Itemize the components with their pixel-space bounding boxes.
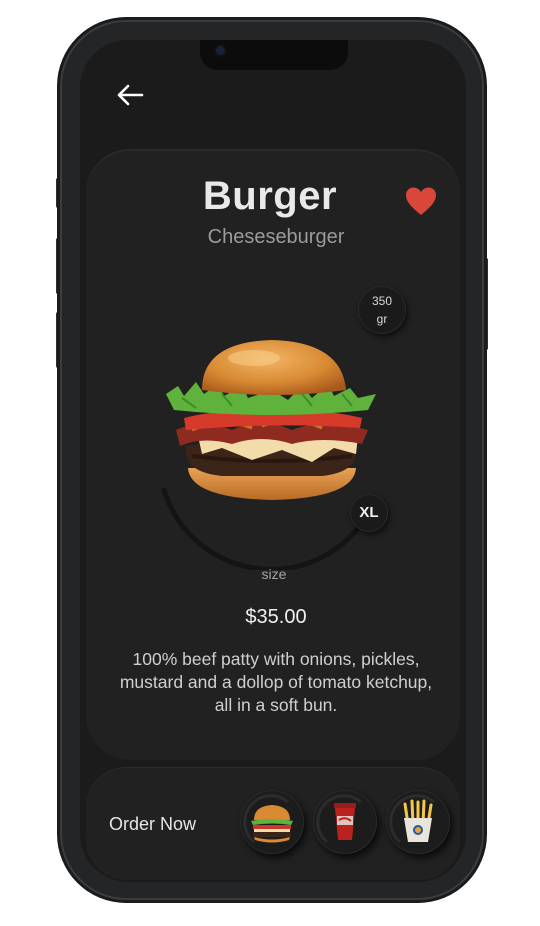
size-option-xl[interactable]: XL bbox=[350, 494, 388, 532]
notch bbox=[200, 40, 348, 70]
product-description: 100% beef patty with onions, pickles, mu… bbox=[119, 649, 433, 715]
burger-icon bbox=[243, 794, 293, 844]
product-title: Burger bbox=[202, 174, 338, 218]
menu-item-burger[interactable] bbox=[240, 790, 304, 854]
weight-unit: gr bbox=[376, 312, 388, 326]
arrow-left-icon bbox=[117, 84, 144, 106]
size-label: size bbox=[261, 566, 287, 582]
back-button[interactable] bbox=[115, 82, 145, 108]
menu-item-drink[interactable] bbox=[313, 790, 377, 854]
product-subtitle: Cheseseburger bbox=[207, 226, 345, 248]
menu-item-fries[interactable] bbox=[386, 790, 450, 854]
camera-icon bbox=[216, 46, 225, 55]
price: $35.00 bbox=[245, 606, 307, 628]
fries-icon bbox=[389, 794, 435, 844]
cola-cup-icon bbox=[316, 794, 362, 844]
weight-value: 350 bbox=[371, 294, 393, 308]
order-now-button[interactable]: Order Now bbox=[109, 814, 196, 835]
weight-badge: 350 gr bbox=[358, 286, 406, 334]
side-button-power bbox=[484, 258, 488, 350]
heart-icon bbox=[406, 187, 436, 215]
favorite-button[interactable] bbox=[404, 186, 438, 216]
burger-image bbox=[166, 340, 376, 500]
